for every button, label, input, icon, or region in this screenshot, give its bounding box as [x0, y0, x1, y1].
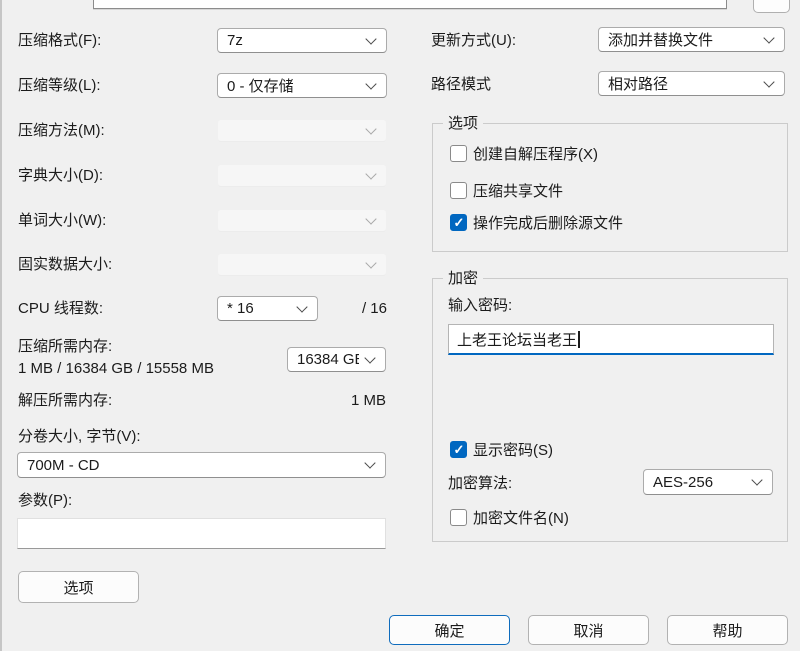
chevron-down-icon [365, 78, 376, 89]
cpu-threads-value: * 16 [227, 300, 254, 317]
checkbox-create-sfx[interactable] [450, 145, 467, 162]
volume-size-combo[interactable]: 700M - CD [17, 452, 386, 478]
checkbox-compress-shared-label[interactable]: 压缩共享文件 [473, 183, 563, 200]
help-button-label: 帮助 [712, 620, 742, 641]
checkbox-create-sfx-label[interactable]: 创建自解压程序(X) [473, 146, 598, 163]
checkbox-compress-shared[interactable] [450, 182, 467, 199]
memory-usage-value: 16384 GB [297, 351, 359, 368]
word-size-combo [217, 209, 387, 232]
memory-usage-combo[interactable]: 16384 GB [287, 347, 386, 372]
path-mode-combo[interactable]: 相对路径 [598, 71, 785, 96]
chevron-down-icon [365, 213, 376, 224]
ok-button-label: 确定 [434, 620, 464, 641]
label-cpu-threads: CPU 线程数: [18, 300, 103, 317]
chevron-down-icon [763, 76, 774, 87]
checkbox-delete-after[interactable] [450, 214, 467, 231]
encryption-method-combo[interactable]: AES-256 [643, 469, 773, 495]
label-compression-method: 压缩方法(M): [18, 122, 105, 139]
options-button[interactable]: 选项 [18, 571, 139, 603]
password-value: 上老王论坛当老王 [457, 329, 577, 350]
chevron-down-icon [364, 352, 375, 363]
browse-button-partial[interactable] [753, 0, 790, 13]
help-button[interactable]: 帮助 [667, 615, 788, 645]
label-dictionary-size: 字典大小(D): [18, 167, 103, 184]
volume-size-value: 700M - CD [27, 457, 100, 474]
parameters-input[interactable] [17, 518, 386, 549]
label-compression-level: 压缩等级(L): [18, 77, 101, 94]
label-enter-password: 输入密码: [448, 297, 512, 314]
label-parameters: 参数(P): [18, 492, 72, 509]
label-update-mode: 更新方式(U): [431, 32, 516, 49]
checkbox-encrypt-filenames[interactable] [450, 509, 467, 526]
ok-button[interactable]: 确定 [389, 615, 510, 645]
options-button-label: 选项 [63, 577, 93, 598]
label-volume-size: 分卷大小, 字节(V): [18, 428, 141, 445]
update-mode-combo[interactable]: 添加并替换文件 [598, 27, 785, 52]
chevron-down-icon [751, 474, 762, 485]
compression-level-combo[interactable]: 0 - 仅存储 [217, 73, 387, 98]
checkbox-delete-after-label[interactable]: 操作完成后删除源文件 [473, 215, 623, 232]
add-to-archive-dialog: 压缩格式(F): 7z 压缩等级(L): 0 - 仅存储 压缩方法(M): 字典… [0, 0, 800, 651]
memory-decompress-value: 1 MB [330, 392, 386, 409]
options-group-title: 选项 [443, 115, 483, 132]
encryption-group-title: 加密 [443, 270, 483, 287]
label-encryption-method: 加密算法: [448, 475, 512, 492]
cpu-threads-total: / 16 [340, 300, 387, 317]
solid-block-size-combo [217, 253, 387, 276]
chevron-down-icon [365, 168, 376, 179]
label-memory-decompress: 解压所需内存: [18, 392, 112, 409]
checkbox-show-password[interactable] [450, 441, 467, 458]
checkbox-encrypt-filenames-label[interactable]: 加密文件名(N) [473, 510, 569, 527]
cpu-threads-combo[interactable]: * 16 [217, 296, 318, 321]
checkbox-show-password-label[interactable]: 显示密码(S) [473, 442, 553, 459]
label-solid-block-size: 固实数据大小: [18, 256, 112, 273]
cancel-button-label: 取消 [573, 620, 603, 641]
window-left-edge [0, 0, 2, 651]
label-memory-compress: 压缩所需内存: [18, 338, 112, 355]
encryption-groupbox [432, 278, 788, 542]
cancel-button[interactable]: 取消 [528, 615, 649, 645]
encryption-method-value: AES-256 [653, 474, 713, 491]
chevron-down-icon [763, 32, 774, 43]
path-mode-value: 相对路径 [608, 73, 668, 94]
memory-compress-detail: 1 MB / 16384 GB / 15558 MB [18, 360, 214, 377]
label-word-size: 单词大小(W): [18, 212, 106, 229]
dictionary-size-combo [217, 164, 387, 187]
label-path-mode: 路径模式 [431, 76, 491, 93]
archive-name-input-partial[interactable] [93, 0, 727, 9]
chevron-down-icon [365, 123, 376, 134]
label-compression-format: 压缩格式(F): [18, 32, 101, 49]
compression-level-value: 0 - 仅存储 [227, 75, 294, 96]
text-cursor [578, 331, 580, 348]
compression-method-combo [217, 119, 387, 142]
chevron-down-icon [365, 257, 376, 268]
chevron-down-icon [364, 457, 375, 468]
compression-format-value: 7z [227, 32, 243, 49]
chevron-down-icon [296, 301, 307, 312]
update-mode-value: 添加并替换文件 [608, 29, 713, 50]
chevron-down-icon [365, 33, 376, 44]
compression-format-combo[interactable]: 7z [217, 28, 387, 53]
password-input[interactable]: 上老王论坛当老王 [448, 324, 774, 355]
